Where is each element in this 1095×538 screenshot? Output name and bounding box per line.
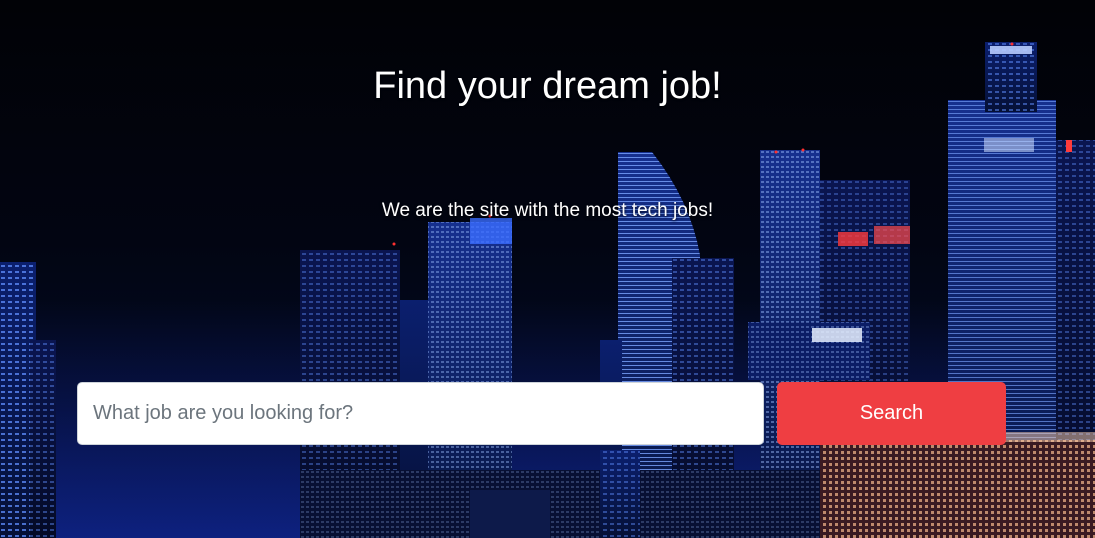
page-title: Find your dream job! <box>373 65 722 107</box>
search-button[interactable]: Search <box>777 382 1006 445</box>
job-search-input[interactable] <box>77 382 764 445</box>
page-subtitle: We are the site with the most tech jobs! <box>381 200 714 221</box>
hero-section: Find your dream job! We are the site wit… <box>0 0 1095 538</box>
